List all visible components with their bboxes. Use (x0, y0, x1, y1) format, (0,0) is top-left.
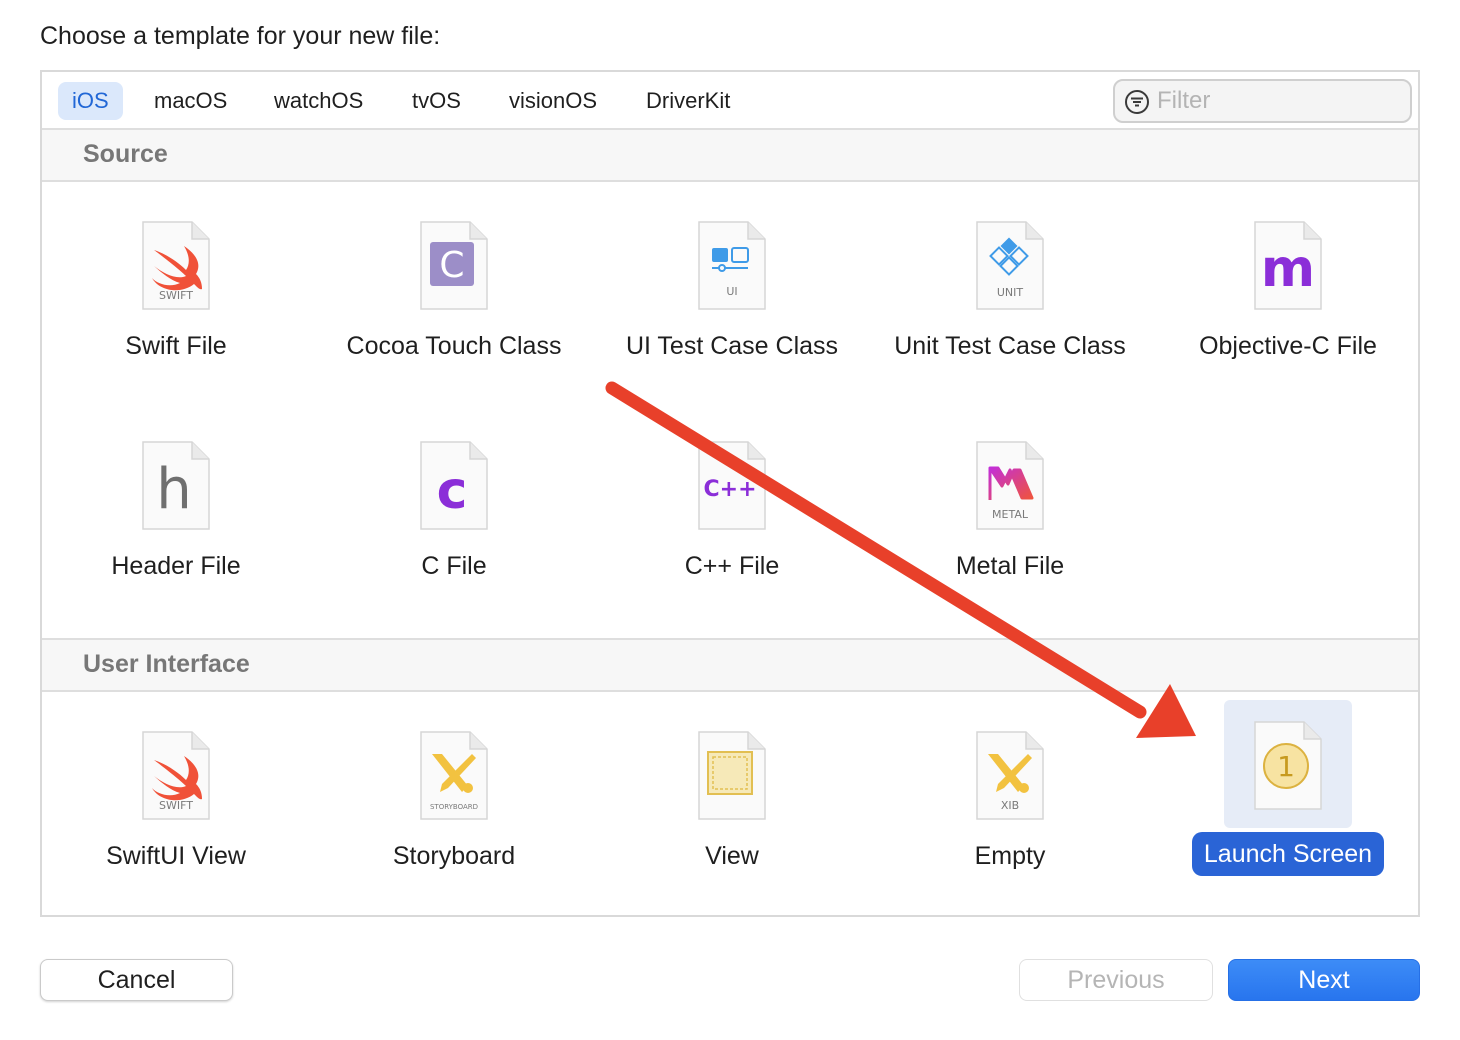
template-panel: iOS macOS watchOS tvOS visionOS DriverKi… (40, 70, 1420, 917)
tab-ios[interactable]: iOS (58, 82, 123, 120)
previous-button[interactable]: Previous (1019, 959, 1213, 1001)
selected-label: Launch Screen (1191, 832, 1385, 876)
svg-text:UI: UI (726, 285, 737, 298)
tab-macos[interactable]: macOS (140, 82, 241, 120)
template-label: Metal File (955, 552, 1065, 580)
swift-icon: SWIFT (142, 221, 210, 310)
objective-c-icon: m (1254, 221, 1322, 310)
template-icon-container: SWIFT (112, 212, 240, 340)
svg-text:METAL: METAL (992, 508, 1029, 521)
swiftui-icon: SWIFT (142, 731, 210, 820)
svg-text:STORYBOARD: STORYBOARD (430, 803, 478, 811)
template-label: SwiftUI View (106, 842, 246, 870)
c-file-icon: c (420, 441, 488, 530)
tab-visionos[interactable]: visionOS (495, 82, 611, 120)
dialog-title: Choose a template for your new file: (40, 22, 441, 50)
template-icon-container (668, 722, 796, 850)
svg-text:C++: C++ (703, 477, 756, 502)
template-label: Swift File (125, 332, 227, 360)
section-header-user-interface: User Interface (42, 640, 1418, 692)
template-icon-container: UNIT (946, 212, 1074, 340)
svg-text:1: 1 (1277, 750, 1295, 783)
svg-text:UNIT: UNIT (997, 286, 1024, 299)
template-icon-container: XIB (946, 722, 1074, 850)
template-label: Objective-C File (1199, 332, 1377, 360)
template-icon-container: UI (668, 212, 796, 340)
svg-text:SWIFT: SWIFT (159, 289, 193, 302)
template-icon-container: h (112, 432, 240, 560)
svg-text:m: m (1261, 239, 1315, 299)
storyboard-icon: STORYBOARD (420, 731, 488, 820)
svg-text:h: h (156, 457, 192, 522)
ui-test-icon: UI (698, 221, 766, 310)
tab-tvos[interactable]: tvOS (398, 82, 475, 120)
filter-icon (1125, 90, 1149, 114)
template-icon-container: C (390, 212, 518, 340)
tab-driverkit[interactable]: DriverKit (632, 82, 744, 120)
cancel-button[interactable]: Cancel (40, 959, 233, 1001)
template-icon-container: C++ (668, 432, 796, 560)
svg-text:C: C (439, 245, 464, 286)
template-label: Launch Screen (1168, 832, 1408, 876)
filter-input[interactable] (1157, 85, 1397, 117)
template-label: C++ File (684, 552, 780, 580)
template-label: C File (421, 552, 487, 580)
svg-text:XIB: XIB (1001, 799, 1019, 812)
template-icon-container: SWIFT (112, 722, 240, 850)
next-button[interactable]: Next (1228, 959, 1420, 1001)
template-label: Storyboard (392, 842, 516, 870)
unit-test-icon: UNIT (976, 221, 1044, 310)
template-icon-container: STORYBOARD (390, 722, 518, 850)
template-label: View (705, 842, 759, 870)
template-label: Unit Test Case Class (894, 332, 1126, 360)
platform-tab-bar: iOS macOS watchOS tvOS visionOS DriverKi… (42, 72, 1418, 130)
template-icon-container: c (390, 432, 518, 560)
filter-field[interactable] (1113, 79, 1412, 123)
template-label: Cocoa Touch Class (346, 332, 562, 360)
launch-screen-icon: 1 (1254, 721, 1322, 810)
cocoa-touch-class-icon: C (420, 221, 488, 310)
template-label: Empty (974, 842, 1046, 870)
empty-xib-icon: XIB (976, 731, 1044, 820)
section-title-user-interface: User Interface (83, 650, 250, 678)
section-title-source: Source (83, 140, 168, 168)
tab-watchos[interactable]: watchOS (260, 82, 377, 120)
cpp-file-icon: C++ (698, 441, 766, 530)
metal-icon: METAL (976, 441, 1044, 530)
view-xib-icon (698, 731, 766, 820)
header-file-icon: h (142, 441, 210, 530)
template-label: Header File (111, 552, 241, 580)
template-label: UI Test Case Class (625, 332, 839, 360)
section-header-source: Source (42, 130, 1418, 182)
template-icon-container: m (1224, 212, 1352, 340)
template-icon-container: 1 (1224, 700, 1352, 828)
svg-text:SWIFT: SWIFT (159, 799, 193, 812)
svg-text:c: c (437, 461, 468, 521)
template-icon-container: METAL (946, 432, 1074, 560)
